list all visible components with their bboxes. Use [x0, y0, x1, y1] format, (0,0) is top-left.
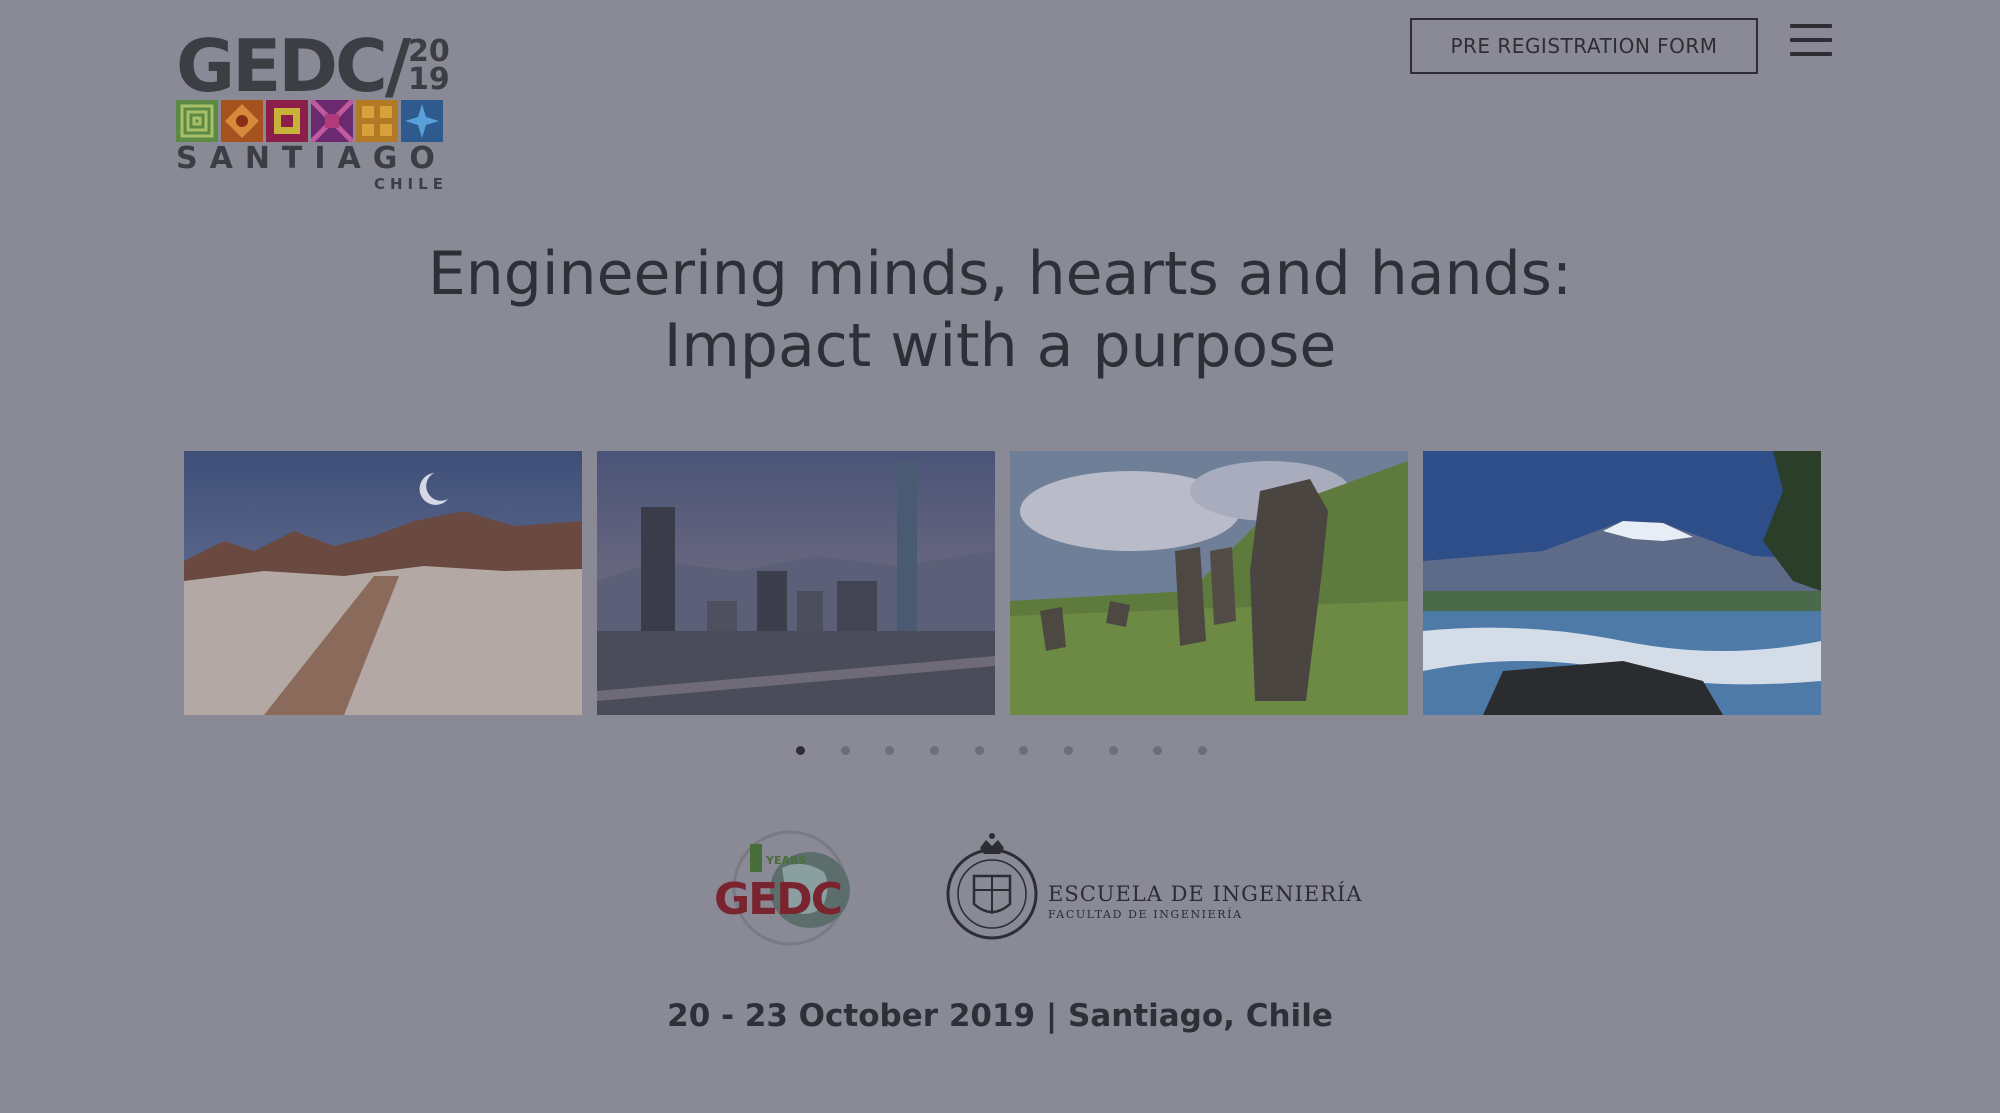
- logo-tile: [311, 100, 353, 142]
- logo-tile: [176, 100, 218, 142]
- logo-tile: [401, 100, 443, 142]
- logo-tile: [221, 100, 263, 142]
- gedc-partner-logo[interactable]: YEARS GEDC: [712, 828, 864, 948]
- carousel-dot[interactable]: [1198, 746, 1207, 755]
- site-logo[interactable]: GEDC/ 20 19 SANTIAGO CHILE: [176, 24, 450, 193]
- carousel-dot[interactable]: [796, 746, 805, 755]
- logo-city: SANTIAGO: [176, 141, 447, 176]
- carousel-dot[interactable]: [841, 746, 850, 755]
- gedc-partner-wordmark: GEDC: [714, 874, 841, 925]
- logo-tile: [356, 100, 398, 142]
- menu-bar: [1790, 52, 1832, 56]
- pre-registration-button[interactable]: PRE REGISTRATION FORM: [1410, 18, 1758, 74]
- logo-year-bottom: 19: [408, 62, 450, 97]
- gedc-partner-badge: YEARS: [765, 854, 806, 867]
- carousel-dots: [790, 746, 1210, 758]
- hero-title: Engineering minds, hearts and hands: Imp…: [300, 238, 1700, 382]
- carousel-dot[interactable]: [1153, 746, 1162, 755]
- logo-pattern-tiles: [176, 100, 443, 142]
- carousel-dot[interactable]: [1019, 746, 1028, 755]
- carousel-dot[interactable]: [1064, 746, 1073, 755]
- menu-bar: [1790, 38, 1832, 42]
- carousel-dot[interactable]: [975, 746, 984, 755]
- escuela-name: ESCUELA DE INGENIERÍA: [1048, 882, 1363, 906]
- carousel-dot[interactable]: [885, 746, 894, 755]
- event-date-location: 20 - 23 October 2019 | Santiago, Chile: [667, 998, 1333, 1034]
- carousel-dot[interactable]: [1109, 746, 1118, 755]
- logo-wordmark: GEDC/: [176, 24, 411, 108]
- logo-year: 20 19: [408, 37, 450, 97]
- carousel-slide-volcano[interactable]: [1423, 451, 1821, 715]
- logo-country: CHILE: [374, 175, 448, 193]
- carousel-slide-city[interactable]: [597, 451, 995, 715]
- menu-bar: [1790, 24, 1832, 28]
- carousel-slide-desert[interactable]: [184, 451, 582, 715]
- escuela-faculty: FACULTAD DE INGENIERÍA: [1048, 908, 1243, 921]
- escuela-ingenieria-logo[interactable]: ESCUELA DE INGENIERÍA FACULTAD DE INGENI…: [944, 828, 1362, 946]
- hero-title-line2: Impact with a purpose: [663, 311, 1337, 381]
- carousel-dot[interactable]: [930, 746, 939, 755]
- logo-tile: [266, 100, 308, 142]
- hero-title-line1: Engineering minds, hearts and hands:: [427, 239, 1573, 309]
- carousel-slide-moai[interactable]: [1010, 451, 1408, 715]
- hamburger-menu-icon[interactable]: [1790, 24, 1832, 58]
